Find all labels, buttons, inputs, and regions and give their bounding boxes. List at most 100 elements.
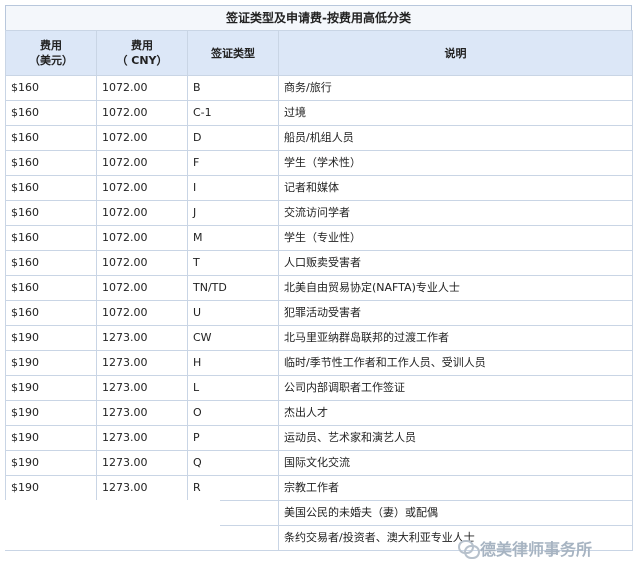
fee-cny-cell: 1072.00 (96, 125, 188, 151)
header-row: 费用 （美元） 费用 （ CNY） 签证类型 说明 (5, 30, 633, 76)
header-fee-cny: 费用 （ CNY） (96, 30, 188, 76)
description-cell: 杰出人才 (278, 400, 633, 426)
fee-usd-cell: $160 (5, 225, 97, 251)
fee-usd-cell: $160 (5, 200, 97, 226)
fee-cny-cell: 1072.00 (96, 75, 188, 101)
table-row: $160 1072.00 F 学生（学术性） (5, 150, 633, 176)
description-cell: 临时/季节性工作者和工作人员、受训人员 (278, 350, 633, 376)
description-cell: 过境 (278, 100, 633, 126)
table-row: $190 1273.00 L 公司内部调职者工作签证 (5, 375, 633, 401)
description-cell: 公司内部调职者工作签证 (278, 375, 633, 401)
fee-usd-cell: $160 (5, 150, 97, 176)
table-row: $160 1072.00 U 犯罪活动受害者 (5, 300, 633, 326)
visa-type-cell: C-1 (187, 100, 279, 126)
fee-usd-cell: $160 (5, 275, 97, 301)
fee-cny-cell: 1072.00 (96, 275, 188, 301)
visa-type-cell: CW (187, 325, 279, 351)
visa-type-cell: H (187, 350, 279, 376)
table-row: $160 1072.00 TN/TD 北美自由贸易协定(NAFTA)专业人士 (5, 275, 633, 301)
fee-usd-cell: $190 (5, 325, 97, 351)
table-row: $190 1273.00 H 临时/季节性工作者和工作人员、受训人员 (5, 350, 633, 376)
header-visa-type-label: 签证类型 (211, 46, 255, 60)
header-fee-usd-label: 费用 （美元） (29, 39, 73, 67)
law-firm-watermark: 德美律师事务所 (458, 536, 630, 560)
visa-type-cell: Q (187, 450, 279, 476)
description-cell: 记者和媒体 (278, 175, 633, 201)
description-cell: 北马里亚纳群岛联邦的过渡工作者 (278, 325, 633, 351)
fee-usd-cell: $160 (5, 100, 97, 126)
visa-fee-table-container: 签证类型及申请费-按费用高低分类 费用 （美元） 费用 （ CNY） 签证类型 … (5, 5, 633, 551)
header-fee-usd: 费用 （美元） (5, 30, 97, 76)
visa-type-cell: B (187, 75, 279, 101)
description-cell: 商务/旅行 (278, 75, 633, 101)
blank-area (5, 500, 220, 550)
visa-type-cell: I (187, 175, 279, 201)
table-row: $160 1072.00 C-1 过境 (5, 100, 633, 126)
fee-cny-cell: 1072.00 (96, 150, 188, 176)
table-row: $190 1273.00 Q 国际文化交流 (5, 450, 633, 476)
table-row: $160 1072.00 T 人口贩卖受害者 (5, 250, 633, 276)
table-row: $190 1273.00 CW 北马里亚纳群岛联邦的过渡工作者 (5, 325, 633, 351)
fee-usd-cell: $160 (5, 300, 97, 326)
table-row: $190 1273.00 O 杰出人才 (5, 400, 633, 426)
table-row: $160 1072.00 B 商务/旅行 (5, 75, 633, 101)
table-body: $160 1072.00 B 商务/旅行 $160 1072.00 C-1 过境 $160 107… (5, 75, 633, 551)
header-visa-type: 签证类型 (187, 30, 279, 76)
description-cell: 学生（学术性） (278, 150, 633, 176)
table-title: 签证类型及申请费-按费用高低分类 (5, 5, 632, 30)
fee-cny-cell: 1072.00 (96, 250, 188, 276)
description-cell: 船员/机组人员 (278, 125, 633, 151)
fee-usd-cell: $190 (5, 350, 97, 376)
visa-type-cell: J (187, 200, 279, 226)
visa-type-cell: P (187, 425, 279, 451)
visa-type-cell: U (187, 300, 279, 326)
description-cell: 交流访问学者 (278, 200, 633, 226)
table-row: $190 1273.00 R 宗教工作者 (5, 475, 633, 501)
description-cell: 宗教工作者 (278, 475, 633, 501)
wechat-icon (458, 540, 480, 559)
visa-type-cell: L (187, 375, 279, 401)
visa-type-cell: F (187, 150, 279, 176)
law-firm-watermark-text: 德美律师事务所 (480, 540, 593, 559)
fee-cny-cell: 1072.00 (96, 225, 188, 251)
table-row: $160 1072.00 M 学生（专业性） (5, 225, 633, 251)
fee-usd-cell: $190 (5, 475, 97, 501)
visa-type-cell: TN/TD (187, 275, 279, 301)
fee-usd-cell: $190 (5, 450, 97, 476)
fee-cny-cell: 1072.00 (96, 300, 188, 326)
description-cell: 人口贩卖受害者 (278, 250, 633, 276)
description-cell: 犯罪活动受害者 (278, 300, 633, 326)
fee-cny-cell: 1273.00 (96, 425, 188, 451)
visa-type-cell: T (187, 250, 279, 276)
fee-cny-cell: 1273.00 (96, 375, 188, 401)
fee-cny-cell: 1072.00 (96, 200, 188, 226)
fee-cny-cell: 1273.00 (96, 400, 188, 426)
fee-cny-cell: 1072.00 (96, 175, 188, 201)
description-cell: 美国公民的未婚夫（妻）或配偶 (278, 500, 633, 526)
table-row: $160 1072.00 J 交流访问学者 (5, 200, 633, 226)
fee-usd-cell: $160 (5, 75, 97, 101)
fee-usd-cell: $160 (5, 175, 97, 201)
fee-usd-cell: $160 (5, 250, 97, 276)
header-description: 说明 (278, 30, 633, 76)
header-description-label: 说明 (444, 46, 467, 60)
table-row: $160 1072.00 I 记者和媒体 (5, 175, 633, 201)
fee-cny-cell: 1273.00 (96, 350, 188, 376)
description-cell: 北美自由贸易协定(NAFTA)专业人士 (278, 275, 633, 301)
visa-type-cell: M (187, 225, 279, 251)
visa-type-cell: R (187, 475, 279, 501)
visa-type-cell: O (187, 400, 279, 426)
header-fee-cny-label: 费用 （ CNY） (116, 39, 168, 67)
visa-type-cell: D (187, 125, 279, 151)
description-cell: 运动员、艺术家和演艺人员 (278, 425, 633, 451)
fee-usd-cell: $190 (5, 400, 97, 426)
table-row: $190 1273.00 P 运动员、艺术家和演艺人员 (5, 425, 633, 451)
table-row: $160 1072.00 D 船员/机组人员 (5, 125, 633, 151)
fee-cny-cell: 1273.00 (96, 450, 188, 476)
visa-fee-table: 费用 （美元） 费用 （ CNY） 签证类型 说明 $160 1072.00 B 商务… (5, 30, 633, 551)
fee-usd-cell: $190 (5, 375, 97, 401)
fee-cny-cell: 1273.00 (96, 475, 188, 501)
description-cell: 学生（专业性） (278, 225, 633, 251)
description-cell: 国际文化交流 (278, 450, 633, 476)
fee-usd-cell: $160 (5, 125, 97, 151)
